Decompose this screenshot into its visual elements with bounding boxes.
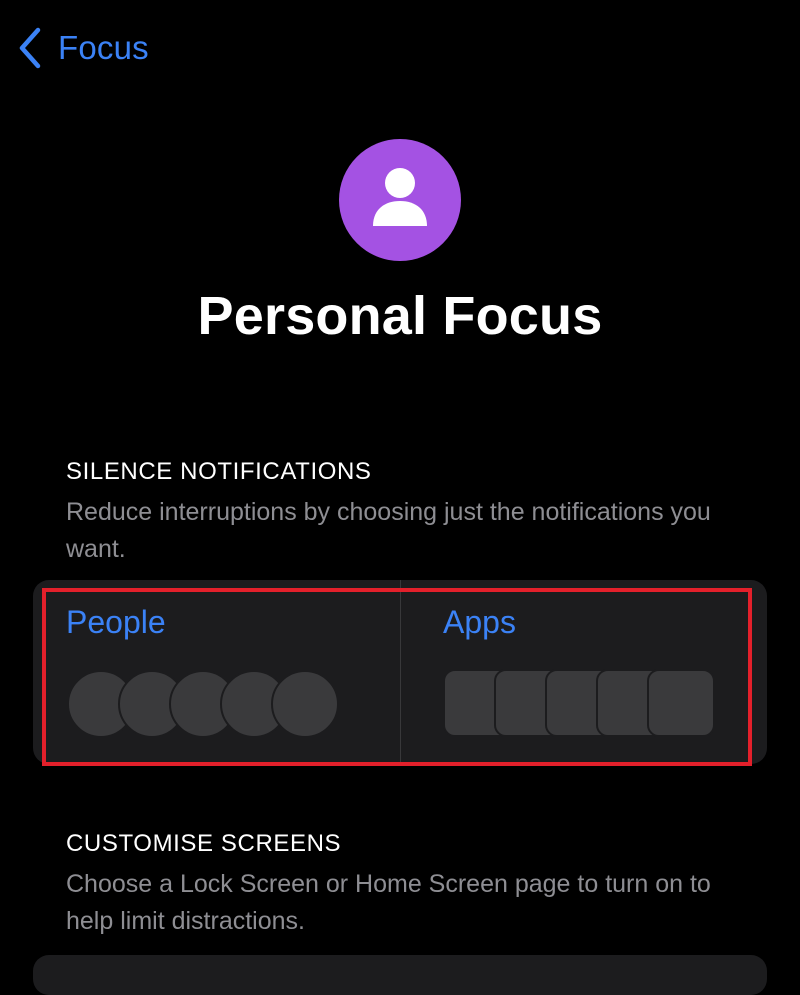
page-title: Personal Focus bbox=[197, 286, 603, 346]
apps-label: Apps bbox=[443, 604, 516, 640]
customise-screens-card[interactable] bbox=[33, 955, 767, 995]
silence-notifications-card: People Apps bbox=[33, 580, 767, 764]
apps-option[interactable]: Apps bbox=[400, 580, 767, 764]
back-button[interactable]: Focus bbox=[16, 24, 149, 72]
silence-notifications-description: Reduce interruptions by choosing just th… bbox=[66, 498, 711, 563]
focus-icon-badge bbox=[339, 139, 461, 261]
person-icon bbox=[370, 166, 430, 235]
people-label: People bbox=[66, 604, 166, 640]
silence-notifications-heading: SILENCE NOTIFICATIONS bbox=[66, 458, 372, 485]
app-icon bbox=[647, 669, 715, 737]
back-button-label: Focus bbox=[58, 29, 149, 66]
avatar bbox=[271, 670, 339, 738]
chevron-left-icon bbox=[16, 26, 44, 70]
people-option[interactable]: People bbox=[33, 580, 400, 764]
customise-screens-heading: CUSTOMISE SCREENS bbox=[66, 830, 342, 857]
customise-screens-description: Choose a Lock Screen or Home Screen page… bbox=[66, 870, 711, 935]
